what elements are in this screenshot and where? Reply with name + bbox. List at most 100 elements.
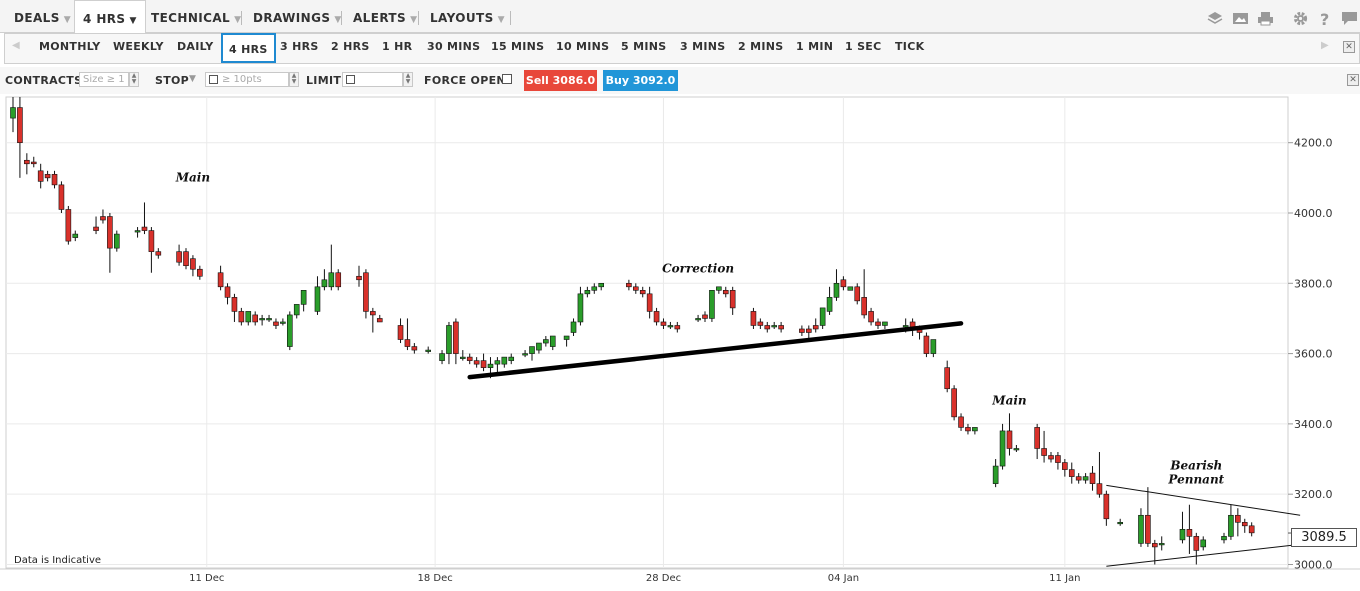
layers-icon[interactable] <box>1207 10 1224 27</box>
candle-body <box>875 321 881 326</box>
stop-checkbox[interactable] <box>209 75 218 84</box>
candle-body <box>965 427 971 432</box>
price-chart[interactable]: 3000.0 3200.0 3400.0 3600.0 3800.0 4000.0 4200… <box>0 96 1360 591</box>
contracts-stepper[interactable]: ▲ ▼ <box>129 72 139 87</box>
order-bar <box>0 67 1360 94</box>
candle-body <box>632 286 639 291</box>
menu-label: DEALS <box>14 11 60 25</box>
plot-area <box>5 96 1289 569</box>
candle-body <box>425 349 432 352</box>
timeframe-3-hrs[interactable]: 3 HRS <box>280 40 319 53</box>
candle-body <box>293 304 300 316</box>
candle-body <box>466 356 473 361</box>
candle-body <box>951 388 957 418</box>
menu-deals[interactable]: DEALS ▼ <box>6 0 79 33</box>
candle-body <box>37 170 44 182</box>
contracts-input[interactable]: Size ≥ 1 <box>79 72 129 87</box>
candle-body <box>868 311 874 323</box>
candle-body <box>487 363 494 368</box>
help-icon[interactable]: ? <box>1317 10 1334 29</box>
chart-annotation: Pennant <box>1167 473 1224 487</box>
menu-4-hrs[interactable]: 4 HRS ▼ <box>74 0 146 34</box>
timeframe-2-mins[interactable]: 2 MINS <box>738 40 783 53</box>
close-order-bar-icon[interactable]: ✕ <box>1347 74 1359 86</box>
candle-body <box>273 321 279 326</box>
candle-body <box>543 339 549 344</box>
menu-drawings[interactable]: DRAWINGS ▼ <box>245 0 350 33</box>
stop-placeholder: ≥ 10pts <box>222 74 262 85</box>
data-disclaimer: Data is Indicative <box>14 555 102 566</box>
contracts-label: CONTRACTS <box>5 74 83 87</box>
timeframe-monthly[interactable]: MONTHLY <box>39 40 101 53</box>
force-open-label: FORCE OPEN <box>424 74 506 87</box>
candle-body <box>1034 427 1040 449</box>
timeframe-daily[interactable]: DAILY <box>177 40 214 53</box>
candle-body <box>217 272 224 288</box>
timeframe-5-mins[interactable]: 5 MINS <box>621 40 666 53</box>
candle-body <box>266 318 272 321</box>
x-tick-label: 18 Dec <box>417 573 452 584</box>
candle-body <box>764 325 771 330</box>
force-open-checkbox[interactable] <box>502 74 512 84</box>
limit-checkbox[interactable] <box>346 75 355 84</box>
candle-body <box>709 290 715 319</box>
stop-label: STOP <box>155 74 190 87</box>
menu-alerts[interactable]: ALERTS ▼ <box>345 0 425 33</box>
candle-body <box>854 286 861 302</box>
candle-body <box>1193 536 1200 551</box>
candle-body <box>397 325 404 340</box>
candle-body <box>453 321 459 354</box>
timeframe-4-hrs[interactable]: 4 HRS <box>221 33 276 63</box>
limit-stepper[interactable]: ▲ ▼ <box>403 72 413 87</box>
candle-body <box>1117 522 1123 525</box>
candle-body <box>902 325 909 328</box>
candle-body <box>646 293 653 312</box>
menu-label: 4 HRS <box>83 12 126 26</box>
menu-layouts[interactable]: LAYOUTS ▼ <box>422 0 513 33</box>
candle-body <box>667 325 674 328</box>
candle-body <box>93 226 99 231</box>
scroll-right-icon[interactable]: ▶ <box>1321 40 1329 51</box>
stop-dropdown-icon[interactable]: ▼ <box>189 74 196 84</box>
timeframe-3-mins[interactable]: 3 MINS <box>680 40 725 53</box>
stop-stepper[interactable]: ▲ ▼ <box>289 72 299 87</box>
timeframe-1-min[interactable]: 1 MIN <box>796 40 833 53</box>
print-icon[interactable] <box>1257 10 1274 27</box>
candle-body <box>999 430 1006 467</box>
candle-body <box>1186 529 1193 537</box>
candle-body <box>716 286 722 291</box>
timeframe-10-mins[interactable]: 10 MINS <box>556 40 609 53</box>
gear-icon[interactable] <box>1292 10 1309 27</box>
candle-body <box>1221 536 1227 541</box>
menu-technical[interactable]: TECHNICAL ▼ <box>143 0 249 33</box>
buy-button[interactable]: Buy 3092.0 <box>603 70 678 91</box>
chat-icon[interactable] <box>1341 10 1358 27</box>
scroll-left-icon[interactable]: ◀ <box>12 40 20 51</box>
candle-body <box>370 311 376 316</box>
candle-body <box>805 328 812 333</box>
timeframe-tick[interactable]: TICK <box>895 40 924 53</box>
timeframe-weekly[interactable]: WEEKLY <box>113 40 164 53</box>
chart-annotation: Main <box>991 394 1026 408</box>
close-timeframe-bar-icon[interactable]: ✕ <box>1343 41 1355 53</box>
timeframe-1-sec[interactable]: 1 SEC <box>845 40 882 53</box>
candle-body <box>1248 525 1255 534</box>
candle-body <box>861 297 867 316</box>
chart-annotation: Correction <box>662 262 734 276</box>
candle-body <box>826 297 833 312</box>
sell-button[interactable]: Sell 3086.0 <box>524 70 597 91</box>
image-icon[interactable] <box>1232 10 1249 27</box>
timeframe-30-mins[interactable]: 30 MINS <box>427 40 480 53</box>
candle-body <box>459 356 466 359</box>
candle-body <box>992 465 999 484</box>
candle-body <box>1068 469 1075 477</box>
candle-body <box>591 286 598 291</box>
candle-body <box>944 367 951 390</box>
timeframe-1-hr[interactable]: 1 HR <box>382 40 412 53</box>
candle-body <box>183 251 189 267</box>
timeframe-2-hrs[interactable]: 2 HRS <box>331 40 370 53</box>
candle-body <box>404 339 411 347</box>
candle-body <box>335 272 342 288</box>
timeframe-15-mins[interactable]: 15 MINS <box>491 40 544 53</box>
y-tick-label: 3800.0 <box>1294 277 1333 290</box>
